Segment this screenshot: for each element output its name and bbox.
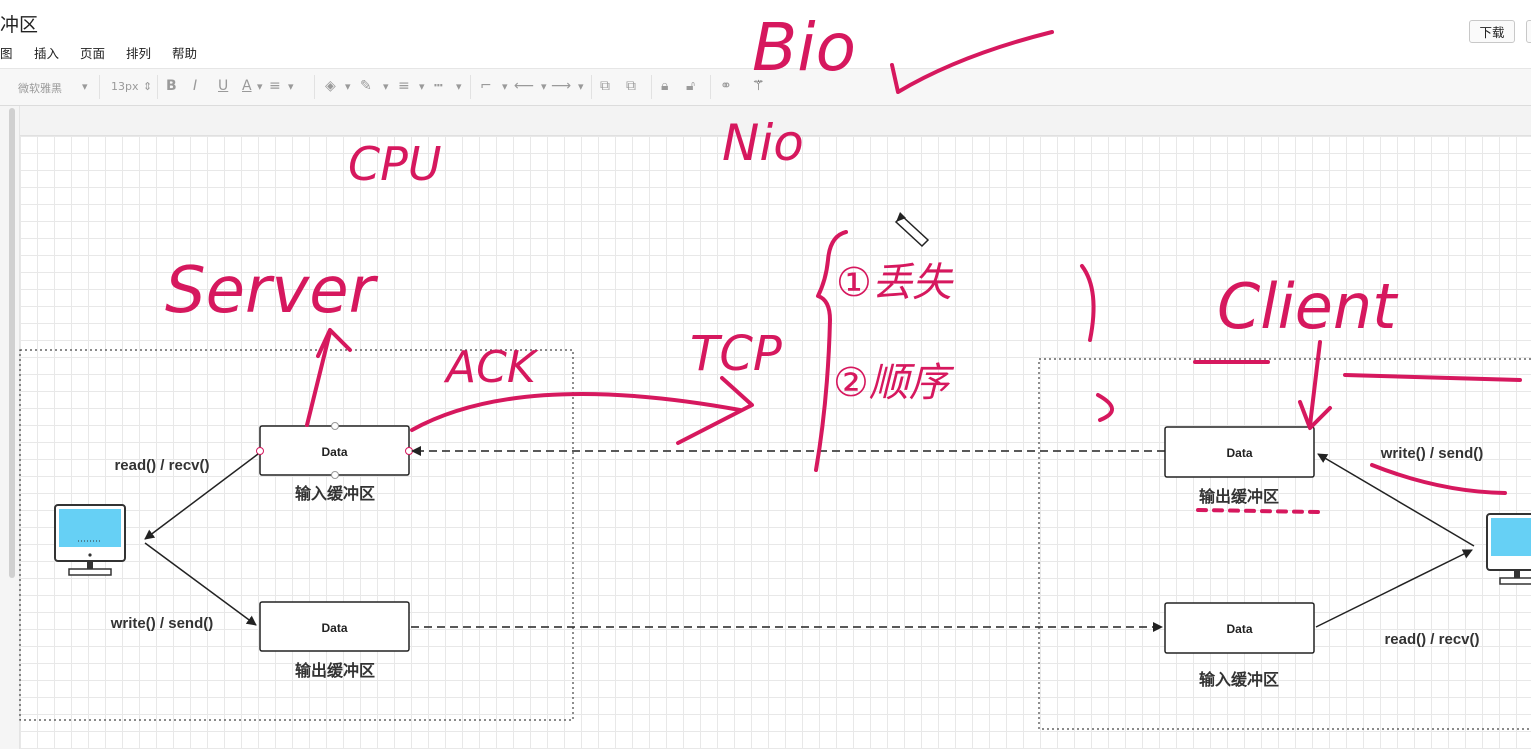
server-output-buffer-data: Data bbox=[321, 621, 347, 635]
annotation-client: Client bbox=[1217, 270, 1399, 343]
annotation-bio: Bio bbox=[752, 9, 856, 86]
annotation-item2: ②顺序 bbox=[833, 360, 955, 406]
server-input-buffer-data: Data bbox=[321, 445, 347, 459]
client-read-arrow[interactable] bbox=[1315, 549, 1473, 628]
server-write-arrow[interactable] bbox=[144, 542, 257, 626]
selection-handle[interactable] bbox=[331, 471, 339, 479]
server-output-buffer-caption: 输出缓冲区 bbox=[295, 661, 375, 680]
client-read-label: read() / recv() bbox=[1384, 631, 1479, 648]
selection-handle[interactable] bbox=[405, 447, 413, 455]
client-write-label: write() / send() bbox=[1380, 445, 1484, 462]
server-computer-icon bbox=[54, 504, 126, 576]
pencil-cursor-icon bbox=[894, 212, 930, 248]
client-output-buffer-data: Data bbox=[1226, 446, 1252, 460]
annotation-ack: ACK bbox=[443, 342, 539, 393]
selection-handle[interactable] bbox=[331, 422, 339, 430]
annotation-cpu: CPU bbox=[348, 137, 442, 191]
diagram-layer: Data 输入缓冲区 Data 输出缓冲区 read() / recv() wr… bbox=[19, 9, 1531, 730]
client-output-buffer-caption: 输出缓冲区 bbox=[1199, 487, 1279, 506]
server-read-label: read() / recv() bbox=[114, 457, 209, 474]
annotation-server: Server bbox=[165, 254, 379, 328]
annotation-nio: Nio bbox=[722, 114, 804, 172]
server-write-label: write() / send() bbox=[110, 615, 214, 632]
annotation-tcp: TCP bbox=[690, 326, 782, 382]
client-input-buffer-data: Data bbox=[1226, 622, 1252, 636]
client-computer-icon bbox=[1486, 513, 1531, 585]
client-input-buffer-caption: 输入缓冲区 bbox=[1199, 670, 1279, 689]
annotation-item1: ①丢失 bbox=[836, 260, 954, 306]
client-container[interactable] bbox=[1038, 358, 1531, 730]
server-input-buffer-caption: 输入缓冲区 bbox=[295, 484, 375, 503]
client-write-arrow[interactable] bbox=[1317, 453, 1475, 547]
